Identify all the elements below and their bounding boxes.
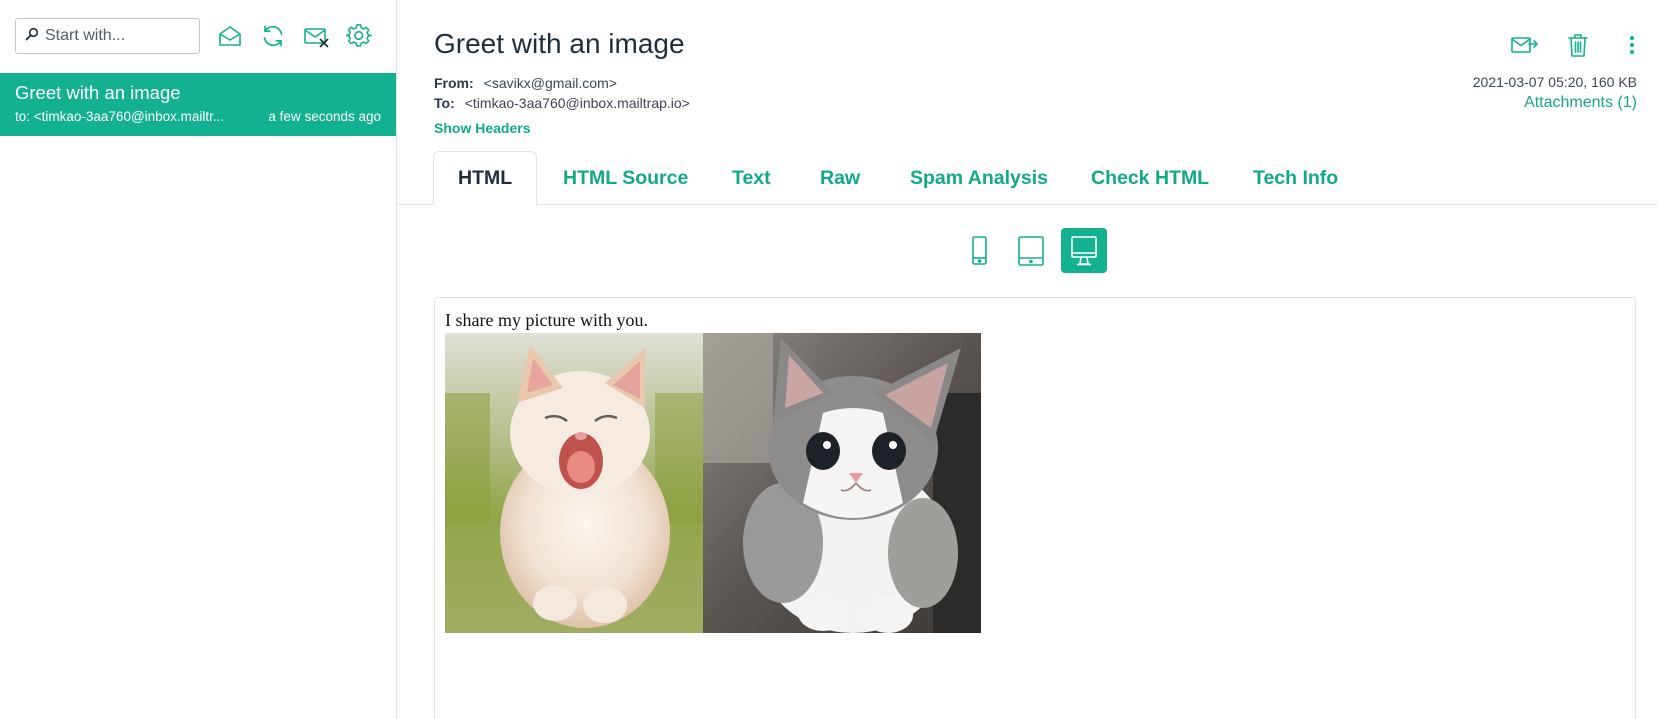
to-value: <timkao-3aa760@inbox.mailtrap.io> <box>464 95 690 111</box>
tab-check-html[interactable]: Check HTML <box>1091 151 1209 205</box>
attachments-link[interactable]: Attachments (1) <box>1473 94 1637 112</box>
mark-read-button[interactable] <box>217 23 243 49</box>
desktop-view-button[interactable] <box>1061 228 1107 273</box>
tab-raw[interactable]: Raw <box>820 151 860 205</box>
view-tabs: HTML HTML Source Text Raw Spam Analysis … <box>398 151 1657 206</box>
message-meta-right: 2021-03-07 05:20, 160 KB Attachments (1) <box>1473 74 1637 112</box>
email-preview-frame: I share my picture with you. <box>434 297 1636 719</box>
date-size: 2021-03-07 05:20, 160 KB <box>1472 74 1637 90</box>
refresh-button[interactable] <box>260 23 286 49</box>
message-meta: to: <timkao-3aa760@inbox.mailtr... a few… <box>15 109 381 124</box>
message-list-item[interactable]: Greet with an image to: <timkao-3aa760@i… <box>0 73 396 136</box>
from-row: From: <savikx@gmail.com> <box>434 75 617 91</box>
message-time: a few seconds ago <box>268 109 381 124</box>
tab-text[interactable]: Text <box>732 151 771 205</box>
search-input[interactable] <box>45 27 195 45</box>
settings-icon <box>346 24 372 47</box>
settings-button[interactable] <box>346 23 372 49</box>
message-recipient: to: <timkao-3aa760@inbox.mailtr... <box>15 109 225 124</box>
trash-icon <box>1568 34 1588 57</box>
sidebar: Greet with an image to: <timkao-3aa760@i… <box>0 0 397 719</box>
search-box[interactable] <box>15 18 200 54</box>
from-value: <savikx@gmail.com> <box>483 75 617 91</box>
mark-read-icon <box>219 26 241 46</box>
mobile-view-button[interactable] <box>956 228 1002 273</box>
forward-button[interactable] <box>1509 30 1539 60</box>
kitten-yawning-image <box>445 333 703 633</box>
email-body-text: I share my picture with you. <box>445 310 648 330</box>
show-headers-link[interactable]: Show Headers <box>434 120 530 136</box>
mobile-view-icon <box>972 235 987 265</box>
message-view: Greet with an image From: <savikx@gmail.… <box>398 0 1657 719</box>
forward-icon <box>1511 37 1538 53</box>
more-options-button[interactable] <box>1617 30 1647 60</box>
refresh-icon <box>263 25 283 47</box>
tab-html[interactable]: HTML <box>433 151 538 206</box>
search-icon <box>25 27 39 46</box>
clear-inbox-icon <box>304 28 329 48</box>
to-row: To: <timkao-3aa760@inbox.mailtrap.io> <box>434 95 690 111</box>
sidebar-toolbar <box>15 18 372 54</box>
clear-inbox-button[interactable] <box>303 23 329 49</box>
desktop-view-icon <box>1071 235 1097 265</box>
message-title: Greet with an image <box>434 28 685 59</box>
to-label: To: <box>434 95 455 111</box>
tab-html-source[interactable]: HTML Source <box>563 151 688 205</box>
from-label: From: <box>434 75 474 91</box>
tablet-view-button[interactable] <box>1008 228 1054 273</box>
viewport-switcher <box>398 228 1657 274</box>
message-subject: Greet with an image <box>15 82 181 103</box>
tablet-view-icon <box>1018 235 1044 266</box>
tab-tech-info[interactable]: Tech Info <box>1253 151 1338 205</box>
kitten-grey-white-image <box>703 333 981 633</box>
delete-button[interactable] <box>1563 30 1593 60</box>
more-vertical-icon <box>1630 36 1634 54</box>
tab-spam-analysis[interactable]: Spam Analysis <box>910 151 1048 205</box>
message-actions <box>1485 30 1647 60</box>
